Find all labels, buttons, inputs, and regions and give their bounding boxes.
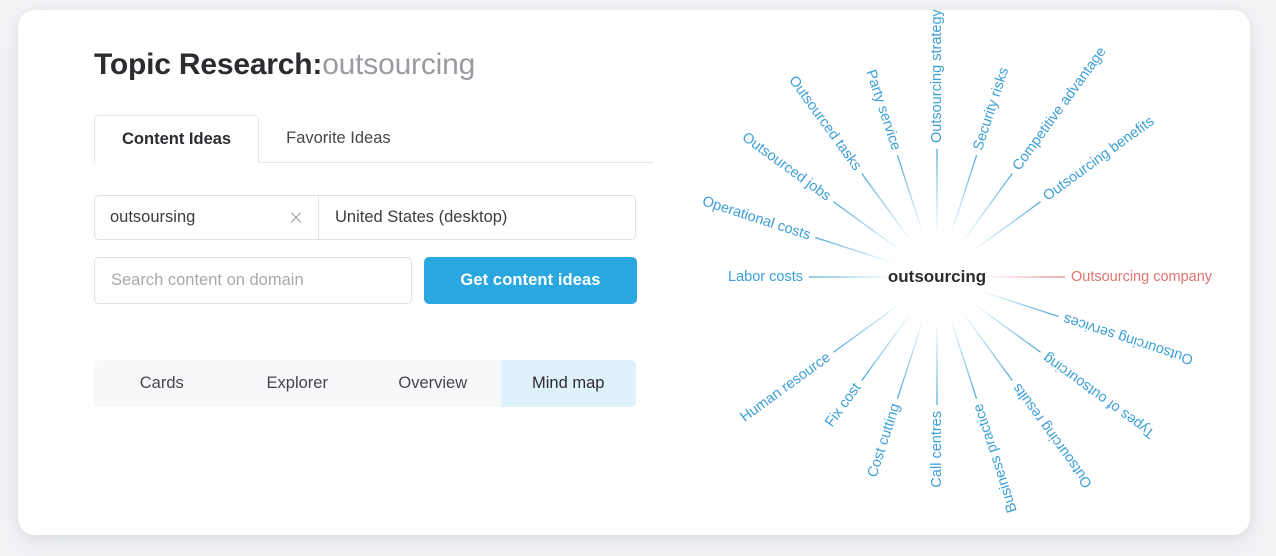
mind-map-node[interactable]: Labor costs	[728, 269, 803, 285]
close-icon[interactable]	[287, 209, 305, 227]
mind-map-node[interactable]: Outsourcing company	[1071, 269, 1212, 285]
view-button-label: Explorer	[266, 374, 328, 392]
locale-select[interactable]: United States (desktop)	[319, 196, 635, 239]
mind-map-node[interactable]: Call centres	[929, 411, 945, 488]
domain-search-input[interactable]	[94, 257, 412, 304]
mind-map-connector	[982, 291, 1059, 318]
view-button-mind-map[interactable]: Mind map	[500, 360, 636, 407]
keyword-input-value: outsoursing	[110, 208, 196, 226]
mind-map-connector	[951, 155, 978, 232]
mind-map-center-node[interactable]: outsourcing	[888, 267, 986, 287]
mind-map-connector	[861, 173, 910, 239]
mind-map-connector	[815, 236, 892, 263]
page-title: Topic Research:outsourcing	[94, 48, 654, 82]
view-button-label: Mind map	[532, 374, 605, 392]
domain-search-group: Get content ideas	[94, 257, 654, 304]
mind-map-connector	[833, 304, 899, 353]
mind-map-connector	[861, 315, 910, 381]
view-button-overview[interactable]: Overview	[365, 360, 501, 407]
view-button-cards[interactable]: Cards	[94, 360, 230, 407]
mind-map-connector	[833, 201, 899, 250]
keyword-input[interactable]: outsoursing	[95, 196, 319, 239]
view-button-explorer[interactable]: Explorer	[230, 360, 366, 407]
view-button-label: Overview	[398, 374, 468, 392]
locale-select-value: United States (desktop)	[335, 208, 508, 226]
mind-map-connector	[896, 155, 923, 232]
tab-label: Favorite Ideas	[286, 129, 391, 147]
mind-map-connector	[964, 315, 1013, 381]
topic-research-card: Topic Research:outsourcing Content Ideas…	[18, 10, 1250, 535]
tab-bar: Content Ideas Favorite Ideas	[94, 115, 654, 163]
mind-map-visualization: outsourcing Outsourcing company Outsourci…	[668, 10, 1250, 535]
page-title-prefix: Topic Research:	[94, 48, 323, 81]
mind-map-connector	[975, 304, 1041, 353]
mind-map-connector	[975, 201, 1041, 250]
mind-map-connector	[951, 322, 978, 399]
tab-favorite-ideas[interactable]: Favorite Ideas	[259, 115, 418, 162]
view-button-label: Cards	[139, 374, 184, 392]
mind-map-connector	[896, 322, 923, 399]
controls-panel: Topic Research:outsourcing Content Ideas…	[94, 48, 654, 407]
view-switcher: Cards Explorer Overview Mind map	[94, 360, 636, 407]
get-content-ideas-button[interactable]: Get content ideas	[424, 257, 637, 304]
tab-content-ideas[interactable]: Content Ideas	[94, 115, 260, 163]
mind-map-node[interactable]: Outsourcing strategy	[929, 10, 945, 143]
mind-map-connector	[964, 173, 1013, 239]
tab-label: Content Ideas	[122, 129, 232, 148]
keyword-locale-group: outsoursing United States (desktop)	[94, 195, 636, 240]
page-title-keyword: outsourcing	[322, 48, 476, 81]
